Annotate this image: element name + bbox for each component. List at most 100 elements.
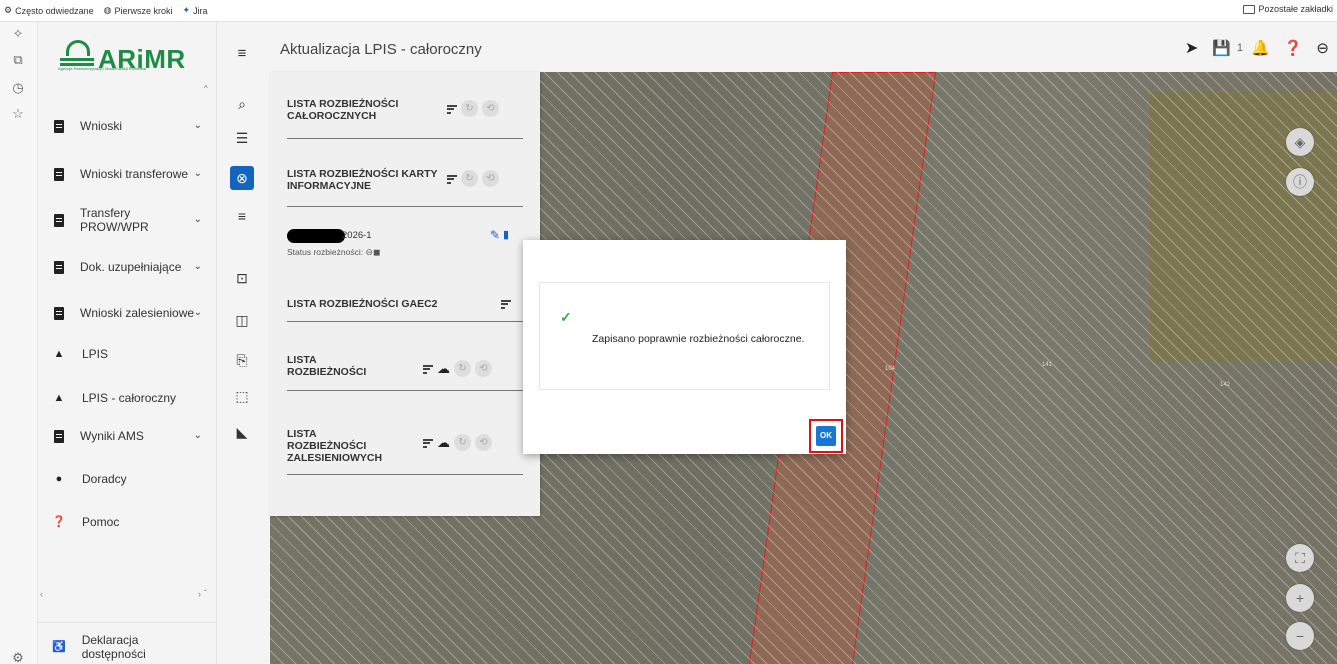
discrepancy-icon[interactable]: ⊗	[230, 166, 254, 190]
fullscreen-icon[interactable]: ⛶	[1286, 544, 1314, 572]
layer-list-icon[interactable]: ≡	[230, 204, 254, 228]
list-caloroczne[interactable]: LISTA ROZBIEŻNOŚCI CAŁOROCZNYCH ↻ ⟲	[287, 98, 523, 139]
page-title: Aktualizacja LPIS - całoroczny	[280, 41, 482, 58]
jira-icon: ✦	[182, 5, 191, 15]
hamburger-icon[interactable]: ≡	[230, 42, 254, 66]
menu-item-dok-uzupelniajace[interactable]: Dok. uzupełniające ⌄	[52, 255, 202, 279]
map-toolstrip: ≡ ⌕ ☰ ⊗ ≡ ⊡ ◫ ⎘ ⬚ ◣	[216, 22, 270, 664]
menu-item-deklaracja-dostepnosci[interactable]: ♿ Deklaracja dostępności	[52, 633, 202, 661]
cloud-upload-icon[interactable]: ☁	[437, 435, 450, 451]
menu-footer: ♿ Deklaracja dostępności	[38, 622, 216, 664]
help-icon[interactable]: ❓	[1284, 39, 1303, 57]
document-icon	[54, 167, 64, 181]
document-icon	[54, 429, 64, 443]
header-actions: ➤ 💾 1 🔔 ❓ ⊖	[1185, 38, 1329, 58]
status-icon: ⊖◼	[365, 247, 381, 257]
tabs-icon[interactable]: ⧉	[10, 52, 26, 68]
browser-sidebar: ✧ ⧉ ◷ ☆ ⚙	[0, 22, 38, 664]
list-rozbieznosci[interactable]: LISTA ROZBIEŻNOŚCI ☁ ↻ ⟲	[287, 354, 523, 391]
bookmark-jira[interactable]: ✦ Jira	[183, 5, 208, 16]
chevron-down-icon: ⌄	[193, 214, 202, 225]
refresh-icon[interactable]: ↻	[454, 360, 471, 377]
menu-item-lpis-caloroczny[interactable]: ▲ LPIS - całoroczny	[52, 386, 202, 410]
menu-item-wyniki-ams[interactable]: Wyniki AMS ⌄	[52, 424, 202, 448]
chevron-down-icon: ⌄	[193, 307, 202, 318]
bookmark-first-steps[interactable]: ◍ Pierwsze kroki	[104, 5, 173, 16]
cloud-upload-icon[interactable]: ☁	[437, 361, 450, 377]
arimr-logo: ARiMR Agencja Restrukturyzacji i Moderni…	[58, 30, 218, 82]
ok-button[interactable]: OK	[816, 426, 836, 446]
star-icon[interactable]: ☆	[10, 106, 26, 122]
history-icon[interactable]: ◷	[10, 80, 26, 96]
menu-item-doradcy[interactable]: ● Doradcy	[52, 467, 202, 491]
accessibility-icon: ♿	[52, 641, 66, 653]
select-area-icon[interactable]: ⬚	[230, 384, 254, 408]
list-gaec2[interactable]: LISTA ROZBIEŻNOŚCI GAEC2	[287, 298, 523, 322]
sort-icon[interactable]	[423, 438, 433, 448]
sort-icon[interactable]	[447, 174, 457, 184]
alert-box-icon[interactable]: ◫	[230, 308, 254, 332]
notification-count: 1	[1236, 42, 1244, 54]
menu-item-wnioski-transferowe[interactable]: Wnioski transferowe ⌄	[52, 162, 202, 186]
redacted-id	[287, 229, 345, 243]
sort-icon[interactable]	[501, 300, 511, 309]
sync-icon[interactable]: ⟲	[482, 170, 499, 187]
zoom-out-icon[interactable]: −	[1286, 622, 1314, 650]
refresh-icon[interactable]: ↻	[461, 100, 478, 117]
menu-item-pomoc[interactable]: ❓ Pomoc	[52, 510, 202, 534]
document-gear-icon[interactable]: ⎘	[230, 348, 254, 372]
sync-icon[interactable]: ⟲	[482, 100, 499, 117]
zoom-in-icon[interactable]: +	[1286, 584, 1314, 612]
save-icon[interactable]: 💾	[1212, 39, 1231, 57]
refresh-icon[interactable]: ↻	[454, 434, 471, 451]
delete-icon[interactable]: ▮	[503, 228, 509, 241]
menu-item-wnioski[interactable]: Wnioski ⌄	[52, 114, 202, 138]
parcel-label: 104	[885, 366, 896, 372]
refresh-icon[interactable]: ↻	[461, 170, 478, 187]
document-icon	[54, 119, 64, 133]
edit-icon[interactable]: ✎	[490, 228, 500, 242]
list-karty-informacyjne[interactable]: LISTA ROZBIEŻNOŚCI KARTY INFORMACYJNE ↻ …	[287, 168, 523, 207]
sort-icon[interactable]	[423, 364, 433, 374]
chevron-down-icon: ⌄	[193, 261, 202, 272]
other-bookmarks[interactable]: Pozostałe zakładki	[1243, 4, 1333, 14]
menu-item-transfery[interactable]: Transfery PROW/WPR ⌄	[52, 206, 202, 234]
chevron-down-icon: ⌄	[193, 430, 202, 441]
send-icon[interactable]: ➤	[1185, 38, 1198, 58]
gear-icon: ⚙	[4, 5, 13, 15]
check-icon: ✓	[560, 309, 572, 325]
success-dialog: ✓ Zapisano poprawnie rozbieżności całoro…	[523, 240, 846, 454]
sync-icon[interactable]: ⟲	[475, 434, 492, 451]
help-icon: ❓	[52, 516, 66, 528]
document-icon	[54, 213, 64, 227]
sync-icon[interactable]: ⟲	[475, 360, 492, 377]
bell-icon[interactable]: 🔔	[1251, 39, 1270, 57]
mountain-icon: ▲	[53, 348, 65, 360]
search-icon[interactable]: ⌕	[230, 92, 254, 116]
side-menu: ARiMR Agencja Restrukturyzacji i Moderni…	[38, 22, 216, 664]
sort-icon[interactable]	[447, 104, 457, 114]
bookmarks-bar: ⚙ Często odwiedzane ◍ Pierwsze kroki ✦ J…	[0, 0, 1337, 22]
account-icon[interactable]: ⊖	[1316, 39, 1329, 57]
menu-scrollbar[interactable]: ^ ˇ	[203, 84, 213, 604]
document-icon	[54, 260, 64, 274]
frame-icon[interactable]: ⊡	[230, 266, 254, 290]
parcel-label: 141	[1042, 362, 1053, 368]
info-icon[interactable]: ⓘ	[1286, 168, 1314, 196]
menu-horizontal-scrollbar[interactable]: ‹ ›	[38, 589, 216, 599]
layers-icon[interactable]: ◈	[1286, 128, 1314, 156]
sparkle-icon[interactable]: ✧	[10, 26, 26, 42]
mountain-icon: ▲	[53, 392, 65, 404]
list-icon[interactable]: ☰	[230, 126, 254, 150]
folder-icon	[1243, 4, 1256, 14]
bookmark-frequently-visited[interactable]: ⚙ Często odwiedzane	[4, 5, 94, 16]
menu-item-wnioski-zalesieniowe[interactable]: Wnioski zalesieniowe ⌄	[52, 301, 202, 325]
document-icon	[54, 306, 64, 320]
chevron-down-icon: ⌄	[193, 168, 202, 179]
chevron-down-icon: ⌄	[193, 120, 202, 131]
measure-icon[interactable]: ◣	[230, 420, 254, 444]
list-zalesieniowych[interactable]: LISTA ROZBIEŻNOŚCI ZALESIENIOWYCH ☁ ↻ ⟲	[287, 428, 523, 475]
ok-highlight: OK	[809, 419, 843, 453]
menu-item-lpis[interactable]: ▲ LPIS	[52, 342, 202, 366]
settings-icon[interactable]: ⚙	[10, 650, 26, 664]
